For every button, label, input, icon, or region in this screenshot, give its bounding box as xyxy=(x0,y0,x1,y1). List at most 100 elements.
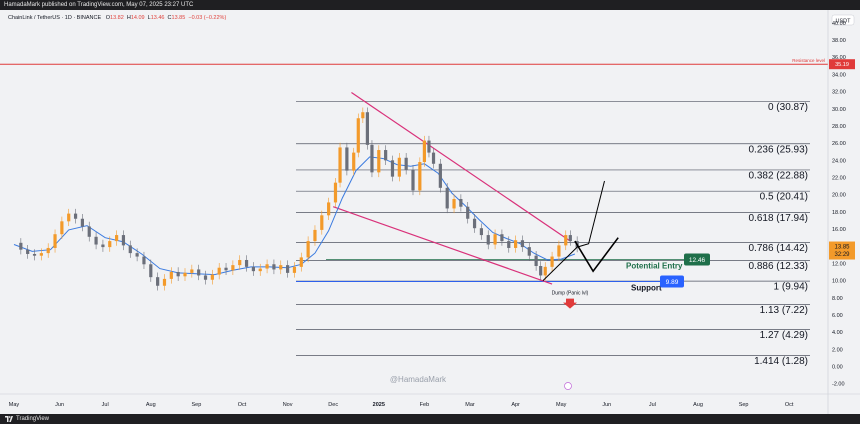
candle-body xyxy=(327,202,331,216)
y-tick-label: 38.00 xyxy=(832,38,846,44)
candle-body xyxy=(486,235,490,245)
candle-body xyxy=(397,157,401,177)
candle-body xyxy=(251,266,255,272)
grid xyxy=(0,10,828,394)
candle-body xyxy=(299,257,303,267)
candle-body xyxy=(333,182,338,203)
publisher-text: HamadaMark published on TradingView.com,… xyxy=(4,2,194,8)
candle-body xyxy=(128,245,132,254)
support-tag-text: 9.89 xyxy=(666,279,679,286)
candle-body xyxy=(520,240,525,248)
candle-body xyxy=(427,140,431,153)
price-tag-value: 13.85 xyxy=(834,245,850,251)
candle-body xyxy=(156,277,160,286)
x-tick-label: Nov xyxy=(283,402,293,408)
fib-label: 1.27 (4.29) xyxy=(760,330,808,341)
candle-body xyxy=(210,274,214,280)
fib-label: 0.886 (12.33) xyxy=(749,261,809,272)
fib-label: 1.13 (7.22) xyxy=(760,305,808,316)
entry-tag-text: 12.46 xyxy=(689,257,706,264)
footer-brand: TradingView xyxy=(16,416,50,422)
fib-label: 0.618 (17.94) xyxy=(749,213,809,224)
candle-body xyxy=(94,236,98,245)
y-tick-label: 18.00 xyxy=(832,210,846,216)
candle-body xyxy=(108,241,112,248)
candle-body xyxy=(422,140,426,163)
candle-body xyxy=(265,264,269,269)
fib-label: 1 (9.94) xyxy=(774,282,808,293)
y-tick-label: -2.00 xyxy=(832,382,845,388)
candle-body xyxy=(534,255,538,266)
x-tick-label: May xyxy=(556,402,567,408)
x-tick-label: Jun xyxy=(55,402,64,408)
candle-body xyxy=(361,112,365,119)
candle-body xyxy=(411,169,415,191)
candle-body xyxy=(258,268,262,272)
candle-body xyxy=(365,112,369,145)
candle-body xyxy=(384,150,388,161)
fib-label: 1.414 (1.28) xyxy=(754,356,808,367)
candle-body xyxy=(338,147,342,183)
x-tick-label: Aug xyxy=(693,402,703,408)
candle-body xyxy=(32,253,37,256)
y-tick-label: 26.00 xyxy=(832,141,846,147)
y-tick-label: 6.00 xyxy=(832,313,843,319)
candle-body xyxy=(356,118,360,153)
candle-body xyxy=(244,259,249,267)
x-tick-label: May xyxy=(9,402,20,408)
candle-body xyxy=(53,234,57,248)
high-value: 14.09 xyxy=(130,15,145,21)
candle-body xyxy=(431,152,436,164)
candle-body xyxy=(46,247,50,254)
symbol-name: ChainLink / TetherUS · 1D · BINANCE xyxy=(8,15,102,21)
y-tick-label: 40.00 xyxy=(832,21,846,27)
candle-body xyxy=(306,241,310,258)
resistance-tag-text: 35.19 xyxy=(835,62,849,68)
low-value: 13.46 xyxy=(150,15,165,21)
y-tick-label: 2.00 xyxy=(832,347,843,353)
y-tick-label: 28.00 xyxy=(832,124,846,130)
candle-body xyxy=(507,241,511,248)
x-tick-label: Apr xyxy=(511,402,520,408)
candle-body xyxy=(231,265,235,271)
footer-bar: TradingView xyxy=(0,414,860,424)
y-tick-label: 4.00 xyxy=(832,330,843,336)
candle-body xyxy=(557,245,561,257)
candle-body xyxy=(19,242,23,250)
candle-body xyxy=(390,160,395,177)
candle-body xyxy=(149,264,153,278)
y-tick-label: 22.00 xyxy=(832,176,846,182)
candle-body xyxy=(169,272,173,279)
y-tick-label: 8.00 xyxy=(832,296,843,302)
y-tick-label: 0.00 xyxy=(832,365,843,371)
y-tick-label: 10.00 xyxy=(832,279,846,285)
candle-body xyxy=(115,235,119,242)
candle-body xyxy=(26,249,30,254)
y-tick-label: 20.00 xyxy=(832,193,846,199)
y-tick-label: 12.00 xyxy=(832,261,846,267)
plot-background xyxy=(0,10,828,394)
price-tag-countdown: 32:29 xyxy=(834,252,850,258)
candle-body xyxy=(568,235,572,242)
x-tick-label: Aug xyxy=(146,402,156,408)
chart-canvas[interactable]: USDT40.0038.0036.0034.0032.0030.0028.002… xyxy=(0,10,860,414)
candle-body xyxy=(514,240,518,248)
candle-body xyxy=(39,253,43,256)
candle-body xyxy=(176,272,180,277)
fib-label: 0.236 (25.93) xyxy=(749,144,809,155)
y-tick-label: 30.00 xyxy=(832,107,846,113)
candle-body xyxy=(162,278,167,286)
dump-label: Dump (Panic lvl) xyxy=(552,291,589,297)
candle-body xyxy=(438,163,442,188)
x-tick-label: Jul xyxy=(102,402,109,408)
candle-body xyxy=(101,244,105,248)
y-tick-label: 24.00 xyxy=(832,158,846,164)
candle-body xyxy=(217,267,221,275)
candle-body xyxy=(500,234,504,242)
candle-body xyxy=(370,144,374,173)
candle-body xyxy=(272,264,276,270)
candle-body xyxy=(121,235,126,246)
chart-area[interactable]: USDT 40.00 38.00 36.00 34.00 32.00 30.00 28.00 2… xyxy=(0,10,860,414)
candle-body xyxy=(238,259,242,266)
candle-body xyxy=(452,198,456,209)
